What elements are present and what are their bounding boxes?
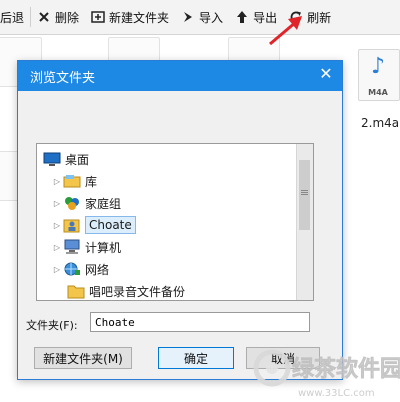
delete-button[interactable]: 删除 <box>31 0 85 34</box>
homegroup-icon <box>63 195 81 211</box>
tree-item-homegroup[interactable]: ▷ 家庭组 <box>51 192 121 214</box>
toolbar: 后退 删除 新建文件夹 导入 导出 刷新 <box>0 0 400 35</box>
tree-item-label: 网络 <box>85 262 110 277</box>
tree-item-backup-folder[interactable]: 唱吧录音文件备份 <box>67 280 186 300</box>
tree-item-label: Choate <box>85 216 136 234</box>
watermark-text: 绿茶软件园 <box>292 356 400 382</box>
scrollbar-thumb[interactable] <box>299 160 310 230</box>
watermark-logo: 绿茶软件园 www.33LC.com <box>253 349 400 399</box>
dialog-title-bar[interactable]: 浏览文件夹 ✕ <box>18 61 342 91</box>
expand-arrow-icon[interactable]: ▷ <box>51 221 63 230</box>
file-type-tag: M4A <box>368 88 388 97</box>
tree-item-label: 桌面 <box>65 152 90 167</box>
new-folder-icon <box>91 10 105 24</box>
folder-icon <box>67 283 85 299</box>
new-folder-dialog-button[interactable]: 新建文件夹(M) <box>34 347 132 369</box>
folder-name-input[interactable] <box>90 312 310 332</box>
import-button[interactable]: 导入 <box>175 0 229 34</box>
dialog-title: 浏览文件夹 <box>30 70 96 86</box>
network-icon <box>63 261 81 277</box>
back-label: 后退 <box>0 10 25 25</box>
browse-folder-dialog: 浏览文件夹 ✕ 桌面 ▷ 库 ▷ 家庭组 ▷ Choate ▷ 计算机 ▷ 网络… <box>17 60 343 380</box>
folder-tree[interactable]: 桌面 ▷ 库 ▷ 家庭组 ▷ Choate ▷ 计算机 ▷ 网络 唱吧录音文件备… <box>36 143 314 301</box>
new-folder-label: 新建文件夹 <box>109 10 170 25</box>
delete-icon <box>37 10 51 24</box>
grip-icon <box>301 190 308 191</box>
folder-field-label: 文件夹(F): <box>26 319 78 332</box>
tree-item-desktop[interactable]: 桌面 <box>43 148 89 170</box>
back-button[interactable]: 后退 <box>0 0 30 34</box>
expand-arrow-icon[interactable]: ▷ <box>51 265 63 274</box>
tree-item-label: 库 <box>85 174 98 189</box>
ok-button[interactable]: 确定 <box>158 347 234 369</box>
import-icon <box>181 10 195 24</box>
desktop-icon <box>43 151 61 167</box>
file-name[interactable]: 2.m4a <box>361 116 399 130</box>
tree-scrollbar[interactable] <box>296 144 313 300</box>
tree-item-label: 计算机 <box>85 240 122 255</box>
watermark-url: www.33LC.com <box>298 388 375 399</box>
annotation-arrow-icon <box>269 16 302 46</box>
computer-icon <box>63 239 81 255</box>
tree-item-label: 唱吧录音文件备份 <box>89 284 186 299</box>
delete-label: 删除 <box>55 10 80 25</box>
new-folder-button[interactable]: 新建文件夹 <box>85 0 175 34</box>
tree-item-computer[interactable]: ▷ 计算机 <box>51 236 121 258</box>
tree-item-library[interactable]: ▷ 库 <box>51 170 97 192</box>
close-icon[interactable]: ✕ <box>316 64 336 84</box>
user-folder-icon <box>63 217 81 233</box>
expand-arrow-icon[interactable]: ▷ <box>51 177 63 186</box>
tree-item-choate[interactable]: ▷ Choate <box>51 214 136 236</box>
export-icon <box>235 10 249 24</box>
tree-item-network[interactable]: ▷ 网络 <box>51 258 109 280</box>
import-label: 导入 <box>199 10 224 25</box>
tree-item-label: 家庭组 <box>85 196 122 211</box>
expand-arrow-icon[interactable]: ▷ <box>51 199 63 208</box>
library-icon <box>63 173 81 189</box>
music-note-icon: ♪ <box>371 54 386 79</box>
m4a-file-icon[interactable]: ♪ M4A <box>358 49 400 101</box>
expand-arrow-icon[interactable]: ▷ <box>51 243 63 252</box>
